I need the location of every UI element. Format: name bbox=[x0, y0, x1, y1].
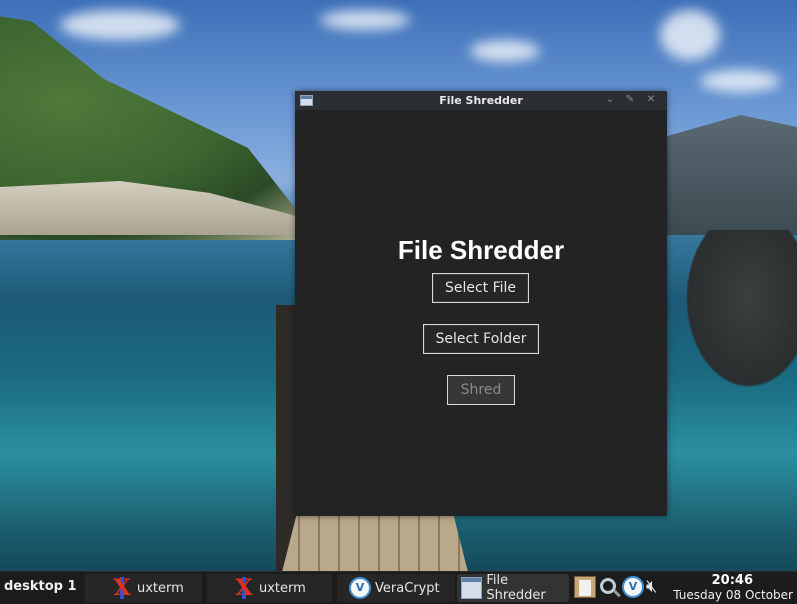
close-icon[interactable]: ✕ bbox=[645, 94, 657, 106]
cloud bbox=[660, 10, 720, 60]
mountain bbox=[657, 115, 797, 235]
taskbar: desktop 1 X uxterm X uxterm V VeraCrypt … bbox=[0, 571, 797, 604]
app-heading: File Shredder bbox=[397, 235, 565, 265]
file-shredder-window: File Shredder ⌄ ✎ ✕ File Shredder Select… bbox=[295, 91, 667, 516]
clock-date[interactable]: Tuesday 08 October bbox=[673, 588, 793, 602]
speaker-muted-icon[interactable]: 🔇︎ bbox=[646, 576, 668, 598]
minimize-icon[interactable]: ⌄ bbox=[604, 94, 616, 106]
veracrypt-icon[interactable]: V bbox=[622, 576, 644, 598]
maximize-icon[interactable]: ✎ bbox=[624, 94, 636, 106]
task-label: uxterm bbox=[137, 580, 184, 596]
pier bbox=[280, 505, 470, 580]
x-icon: X bbox=[233, 577, 255, 599]
cloud bbox=[470, 40, 540, 62]
task-label: uxterm bbox=[259, 580, 306, 596]
desktop-switcher[interactable]: desktop 1 bbox=[4, 579, 77, 594]
clock-time[interactable]: 20:46 bbox=[712, 573, 753, 588]
select-file-button[interactable]: Select File bbox=[432, 273, 529, 303]
shred-button[interactable]: Shred bbox=[447, 375, 515, 405]
window-content: File Shredder Select File Select Folder … bbox=[295, 110, 667, 516]
cloud bbox=[60, 10, 180, 40]
task-uxterm-1[interactable]: X uxterm bbox=[85, 574, 202, 602]
task-label: VeraCrypt bbox=[375, 580, 440, 596]
select-folder-button[interactable]: Select Folder bbox=[423, 324, 539, 354]
window-icon bbox=[461, 577, 483, 599]
task-veracrypt[interactable]: V VeraCrypt bbox=[337, 574, 455, 602]
x-icon: X bbox=[111, 577, 133, 599]
window-title: File Shredder bbox=[439, 94, 523, 107]
task-file-shredder[interactable]: File Shredder bbox=[457, 573, 569, 603]
window-icon[interactable] bbox=[300, 95, 313, 106]
magnifier-icon[interactable] bbox=[600, 578, 616, 594]
rocks bbox=[677, 230, 797, 400]
cloud bbox=[320, 10, 410, 30]
cloud bbox=[700, 70, 780, 92]
veracrypt-icon: V bbox=[349, 577, 371, 599]
clipboard-icon[interactable] bbox=[574, 576, 596, 598]
window-titlebar[interactable]: File Shredder ⌄ ✎ ✕ bbox=[295, 91, 667, 110]
task-label: File Shredder bbox=[486, 573, 546, 603]
task-uxterm-2[interactable]: X uxterm bbox=[207, 574, 332, 602]
